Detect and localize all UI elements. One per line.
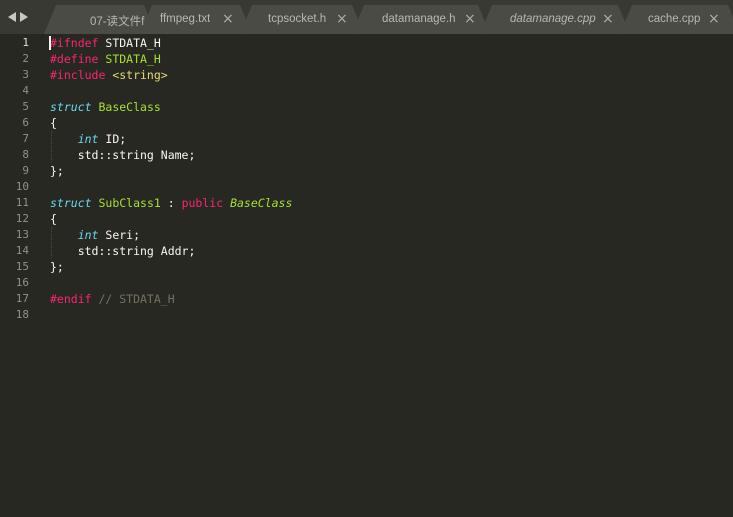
arrow-right-icon[interactable] <box>20 12 28 22</box>
code-token: STDATA_H <box>98 52 161 66</box>
tab-label: ffmpeg.txt <box>160 13 211 25</box>
code-line: struct SubClass1 : public BaseClass <box>50 195 292 211</box>
indent-guide <box>51 131 52 147</box>
code-line: std::string Addr; <box>50 243 196 259</box>
tab-datamanage-cpp[interactable]: datamanage.cpp × <box>480 5 630 34</box>
line-number: 10 <box>15 180 29 193</box>
tab-label: datamanage.cpp <box>510 13 596 25</box>
tab-bar: 07-读文件f ffmpeg.txt × tcpsocket.h × datam… <box>0 0 733 34</box>
code-token: // STDATA_H <box>91 292 175 306</box>
code-editor[interactable]: 1 2 3 4 5 6 7 8 9 10 11 12 13 14 15 16 17 18 #ifndef STDA… <box>0 34 733 517</box>
code-token: STDATA_H <box>98 36 161 50</box>
line-number: 7 <box>22 132 29 145</box>
tab-nav-arrows <box>8 10 28 24</box>
code-line: int ID; <box>50 131 126 147</box>
close-icon[interactable]: × <box>336 11 348 27</box>
line-number: 11 <box>15 196 29 209</box>
code-token: std::string Addr; <box>50 244 196 258</box>
tab-label: cache.cpp <box>648 13 701 25</box>
code-line: { <box>50 211 57 227</box>
code-token: struct <box>50 196 92 210</box>
tab-ffmpeg-txt[interactable]: ffmpeg.txt × <box>140 5 252 34</box>
close-icon[interactable]: × <box>708 11 720 27</box>
close-icon[interactable]: × <box>602 11 614 27</box>
code-token: std::string Name; <box>50 148 196 162</box>
code-line: int Seri; <box>50 227 140 243</box>
tab-tcpsocket-h[interactable]: tcpsocket.h × <box>240 5 364 34</box>
line-number: 16 <box>15 276 29 289</box>
code-token: : <box>160 196 182 210</box>
line-number: 15 <box>15 260 29 273</box>
code-token: Seri; <box>98 228 141 242</box>
code-token: BaseClass <box>230 196 293 210</box>
line-number: 14 <box>15 244 29 257</box>
code-line: #define STDATA_H <box>50 51 161 67</box>
close-icon[interactable]: × <box>464 11 476 27</box>
code-line: std::string Name; <box>50 147 196 163</box>
code-token: int <box>77 228 99 242</box>
close-icon[interactable]: × <box>222 11 234 27</box>
line-number: 2 <box>22 52 29 65</box>
indent-guide <box>51 227 52 243</box>
tab-cache-cpp[interactable]: cache.cpp × <box>620 5 733 34</box>
code-line: #include <string> <box>50 67 168 83</box>
line-number: 17 <box>15 292 29 305</box>
indent-guide <box>51 147 52 163</box>
code-token: #include <box>50 68 106 82</box>
code-token: }; <box>50 260 64 274</box>
code-token: int <box>77 132 99 146</box>
code-line: }; <box>50 259 64 275</box>
code-line: #ifndef STDATA_H <box>50 35 161 51</box>
indent-guide <box>51 243 52 259</box>
line-number: 3 <box>22 68 29 81</box>
line-number-gutter: 1 2 3 4 5 6 7 8 9 10 11 12 13 14 15 16 17 18 <box>0 34 42 517</box>
line-number: 18 <box>15 308 29 321</box>
code-line: }; <box>50 163 64 179</box>
code-line: struct BaseClass <box>50 99 161 115</box>
tab-label: tcpsocket.h <box>268 13 327 25</box>
code-token: { <box>50 116 57 130</box>
code-token: #define <box>50 52 99 66</box>
code-token: struct <box>50 100 92 114</box>
code-token: { <box>50 212 57 226</box>
code-line: #endif // STDATA_H <box>50 291 175 307</box>
code-token: ID; <box>98 132 127 146</box>
line-number: 9 <box>22 164 29 177</box>
line-number: 12 <box>15 212 29 225</box>
arrow-left-icon[interactable] <box>8 12 16 22</box>
code-token: #ifndef <box>50 36 99 50</box>
code-line: { <box>50 115 57 131</box>
code-token: BaseClass <box>98 100 161 114</box>
line-number: 4 <box>22 84 29 97</box>
code-token: #endif <box>50 292 92 306</box>
line-number: 6 <box>22 116 29 129</box>
tab-datamanage-h[interactable]: datamanage.h × <box>352 5 490 34</box>
code-token: SubClass1 <box>98 196 161 210</box>
tab-label: datamanage.h <box>382 13 456 25</box>
text-cursor <box>49 36 51 50</box>
line-number: 8 <box>22 148 29 161</box>
line-number: 13 <box>15 228 29 241</box>
code-token: public <box>181 196 224 210</box>
editor-window: 07-读文件f ffmpeg.txt × tcpsocket.h × datam… <box>0 0 733 517</box>
code-token: }; <box>50 164 64 178</box>
line-number: 1 <box>22 36 29 49</box>
line-number: 5 <box>22 100 29 113</box>
code-token: <string> <box>105 68 168 82</box>
